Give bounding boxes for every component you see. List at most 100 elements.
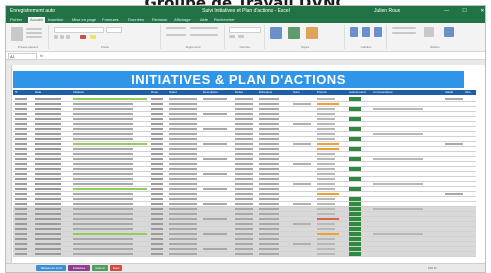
table-cell[interactable] xyxy=(293,103,311,105)
table-cell[interactable] xyxy=(259,138,279,140)
table-cell[interactable] xyxy=(35,203,61,205)
table-cell[interactable] xyxy=(169,143,197,145)
table-cell[interactable] xyxy=(259,183,279,185)
table-cell[interactable] xyxy=(317,163,335,165)
table-cell[interactable] xyxy=(259,213,279,215)
table-cell[interactable] xyxy=(169,228,197,230)
column-header[interactable]: Début xyxy=(235,90,243,95)
table-cell[interactable] xyxy=(317,228,335,230)
table-cell[interactable] xyxy=(259,178,279,180)
table-cell[interactable] xyxy=(317,178,335,180)
table-cell[interactable] xyxy=(259,238,279,240)
table-cell[interactable] xyxy=(259,118,279,120)
table-cell[interactable] xyxy=(73,223,133,225)
table-cell[interactable] xyxy=(317,203,335,205)
table-cell[interactable] xyxy=(169,248,197,250)
table-cell[interactable] xyxy=(169,253,197,255)
table-cell[interactable] xyxy=(169,133,197,135)
table-cell[interactable] xyxy=(35,103,61,105)
table-cell[interactable] xyxy=(151,198,163,200)
table-cell[interactable] xyxy=(235,138,253,140)
table-cell[interactable] xyxy=(169,128,197,130)
table-cell[interactable] xyxy=(151,173,163,175)
table-cell[interactable] xyxy=(15,113,27,115)
table-cell[interactable] xyxy=(15,248,27,250)
table-cell[interactable] xyxy=(15,178,27,180)
sheet-tab[interactable]: Tableau de bord xyxy=(36,265,66,271)
table-cell[interactable] xyxy=(35,158,61,160)
table-cell[interactable] xyxy=(235,123,253,125)
table-cell[interactable] xyxy=(373,183,423,185)
column-header[interactable]: Date xyxy=(35,90,41,95)
table-cell[interactable] xyxy=(259,208,279,210)
table-cell[interactable] xyxy=(73,253,133,255)
autosum-button[interactable] xyxy=(392,27,416,29)
align-left-button[interactable] xyxy=(166,34,186,36)
table-cell[interactable] xyxy=(317,173,335,175)
table-cell[interactable] xyxy=(35,168,61,170)
table-cell[interactable] xyxy=(151,248,163,250)
table-cell[interactable] xyxy=(169,223,197,225)
table-cell[interactable] xyxy=(169,168,197,170)
table-cell[interactable] xyxy=(259,248,279,250)
table-cell[interactable] xyxy=(151,108,163,110)
table-cell[interactable] xyxy=(235,193,253,195)
table-cell[interactable] xyxy=(373,108,423,110)
paste-button[interactable] xyxy=(11,27,23,41)
bold-button[interactable] xyxy=(54,35,58,39)
table-cell[interactable] xyxy=(15,98,27,100)
table-cell[interactable] xyxy=(151,148,163,150)
sort-filter-button[interactable] xyxy=(424,27,434,37)
table-cell[interactable] xyxy=(317,193,339,195)
table-cell[interactable] xyxy=(73,118,133,120)
table-cell[interactable] xyxy=(73,178,133,180)
table-cell[interactable] xyxy=(73,228,133,230)
table-cell[interactable] xyxy=(15,183,27,185)
table-cell[interactable] xyxy=(35,218,61,220)
table-cell[interactable] xyxy=(317,253,335,255)
table-cell[interactable] xyxy=(35,213,61,215)
table-cell[interactable] xyxy=(151,123,163,125)
table-cell[interactable] xyxy=(169,233,197,235)
table-cell[interactable] xyxy=(73,198,133,200)
table-cell[interactable] xyxy=(15,253,27,255)
column-header[interactable]: Commentaires xyxy=(373,90,393,95)
table-cell[interactable] xyxy=(151,243,163,245)
table-cell[interactable] xyxy=(169,183,197,185)
table-cell[interactable] xyxy=(73,243,133,245)
table-cell[interactable] xyxy=(235,178,253,180)
table-cell[interactable] xyxy=(235,218,253,220)
table-cell[interactable] xyxy=(169,118,197,120)
table-cell[interactable] xyxy=(293,203,311,205)
table-cell[interactable] xyxy=(317,238,335,240)
table-cell[interactable] xyxy=(293,223,311,225)
table-cell[interactable] xyxy=(235,223,253,225)
table-cell[interactable] xyxy=(259,133,279,135)
underline-button[interactable] xyxy=(66,35,70,39)
table-cell[interactable] xyxy=(35,193,61,195)
table-cell[interactable] xyxy=(235,153,253,155)
column-header[interactable]: Obs. xyxy=(465,90,471,95)
table-cell[interactable] xyxy=(235,228,253,230)
table-cell[interactable] xyxy=(35,123,61,125)
table-cell[interactable] xyxy=(259,223,279,225)
table-cell[interactable] xyxy=(259,253,279,255)
table-cell[interactable] xyxy=(35,153,61,155)
table-cell[interactable] xyxy=(445,98,463,100)
table-cell[interactable] xyxy=(151,133,163,135)
table-cell[interactable] xyxy=(151,158,163,160)
table-cell[interactable] xyxy=(151,228,163,230)
table-cell[interactable] xyxy=(151,253,163,255)
table-cell[interactable] xyxy=(35,253,61,255)
column-header[interactable]: Suivi xyxy=(293,90,300,95)
table-cell[interactable] xyxy=(73,168,133,170)
table-cell[interactable] xyxy=(235,198,253,200)
table-cell[interactable] xyxy=(73,193,133,195)
table-cell[interactable] xyxy=(151,188,163,190)
table-cell[interactable] xyxy=(293,143,311,145)
delete-cells-button[interactable] xyxy=(362,27,370,37)
table-cell[interactable] xyxy=(15,188,27,190)
table-cell[interactable] xyxy=(169,153,197,155)
table-cell[interactable] xyxy=(15,118,27,120)
table-cell[interactable] xyxy=(15,238,27,240)
